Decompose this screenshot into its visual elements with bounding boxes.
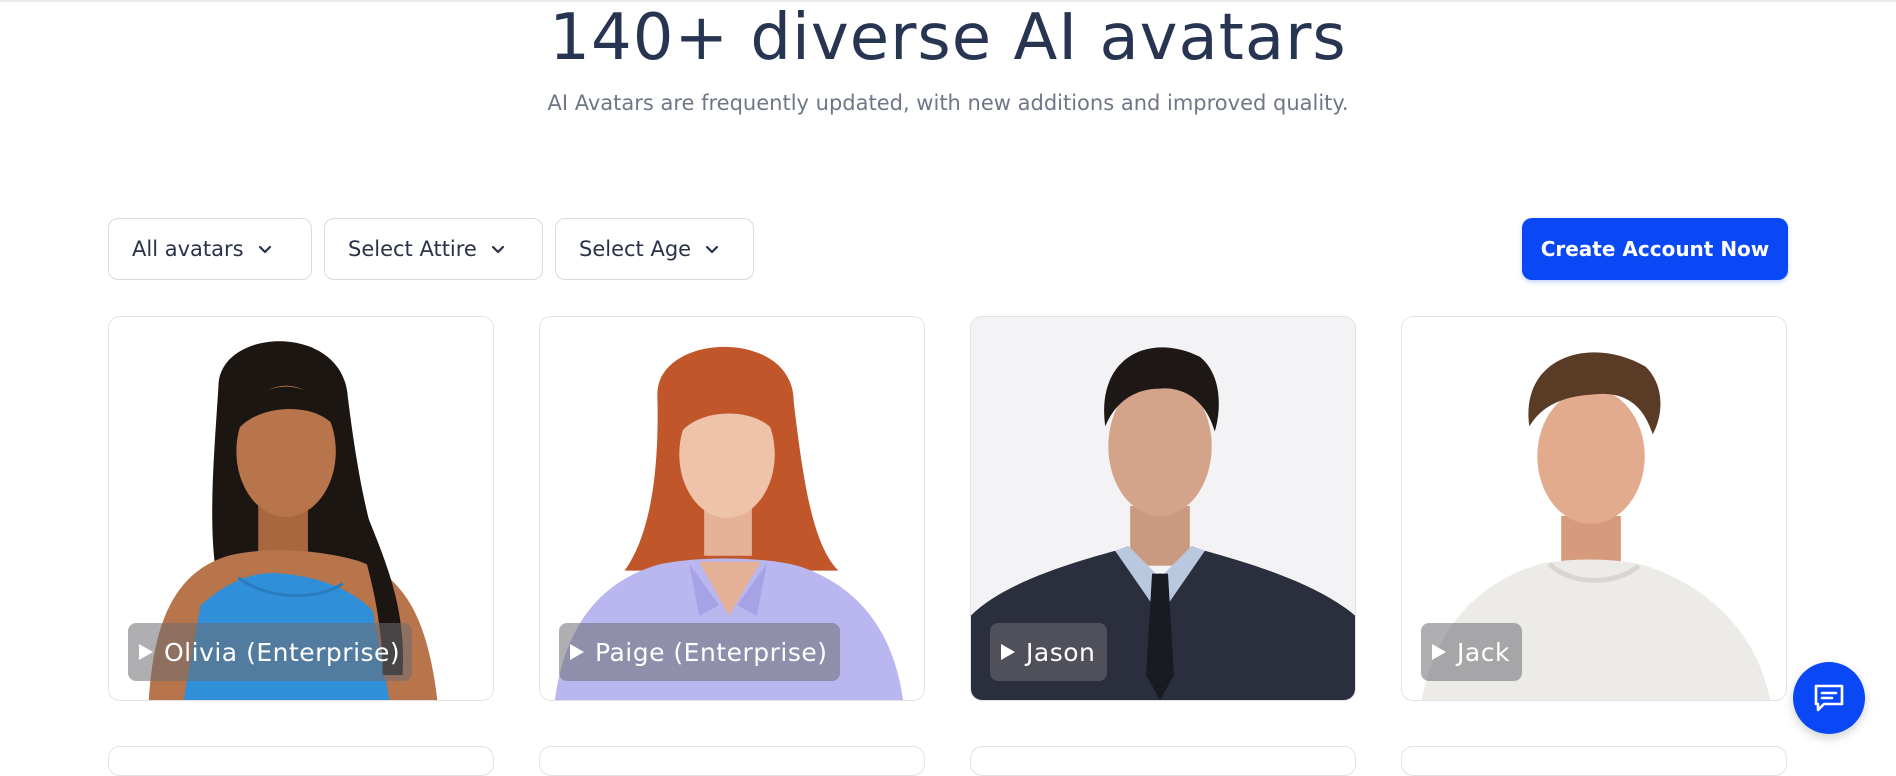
play-icon [139,644,153,660]
page-subtitle: AI Avatars are frequently updated, with … [547,91,1349,115]
play-button-paige[interactable]: Paige (Enterprise) [559,623,840,681]
avatar-card-jack[interactable]: Jack [1401,316,1787,701]
play-icon [1432,644,1446,660]
avatar-card[interactable] [108,746,494,776]
create-account-button[interactable]: Create Account Now [1522,218,1788,280]
chevron-down-icon [705,245,719,254]
all-avatars-dropdown[interactable]: All avatars [108,218,312,280]
avatar-name: Jason [1026,637,1096,667]
avatar-card-olivia[interactable]: Olivia (Enterprise) [108,316,494,701]
attire-dropdown[interactable]: Select Attire [324,218,543,280]
avatar-name: Jack [1457,637,1510,667]
chat-icon [1814,684,1844,712]
play-icon [570,644,584,660]
play-button-jack[interactable]: Jack [1421,623,1522,681]
chevron-down-icon [491,245,504,254]
play-button-olivia[interactable]: Olivia (Enterprise) [128,623,413,681]
age-dropdown[interactable]: Select Age [555,218,754,280]
avatar-name: Paige (Enterprise) [595,637,828,667]
chat-button[interactable] [1793,662,1865,734]
chevron-down-icon [258,245,271,254]
avatar-card[interactable] [970,746,1356,776]
play-button-jason[interactable]: Jason [990,623,1108,681]
avatar-card-paige[interactable]: Paige (Enterprise) [539,316,925,701]
avatar-card[interactable] [1401,746,1787,776]
avatar-card[interactable] [539,746,925,776]
avatar-name: Olivia (Enterprise) [164,637,401,667]
avatar-card-jason[interactable]: Jason [970,316,1356,701]
attire-label: Select Attire [348,237,477,261]
age-label: Select Age [579,237,692,261]
all-avatars-label: All avatars [132,237,244,261]
play-icon [1001,644,1015,660]
page-title: 140+ diverse AI avatars [549,1,1347,75]
